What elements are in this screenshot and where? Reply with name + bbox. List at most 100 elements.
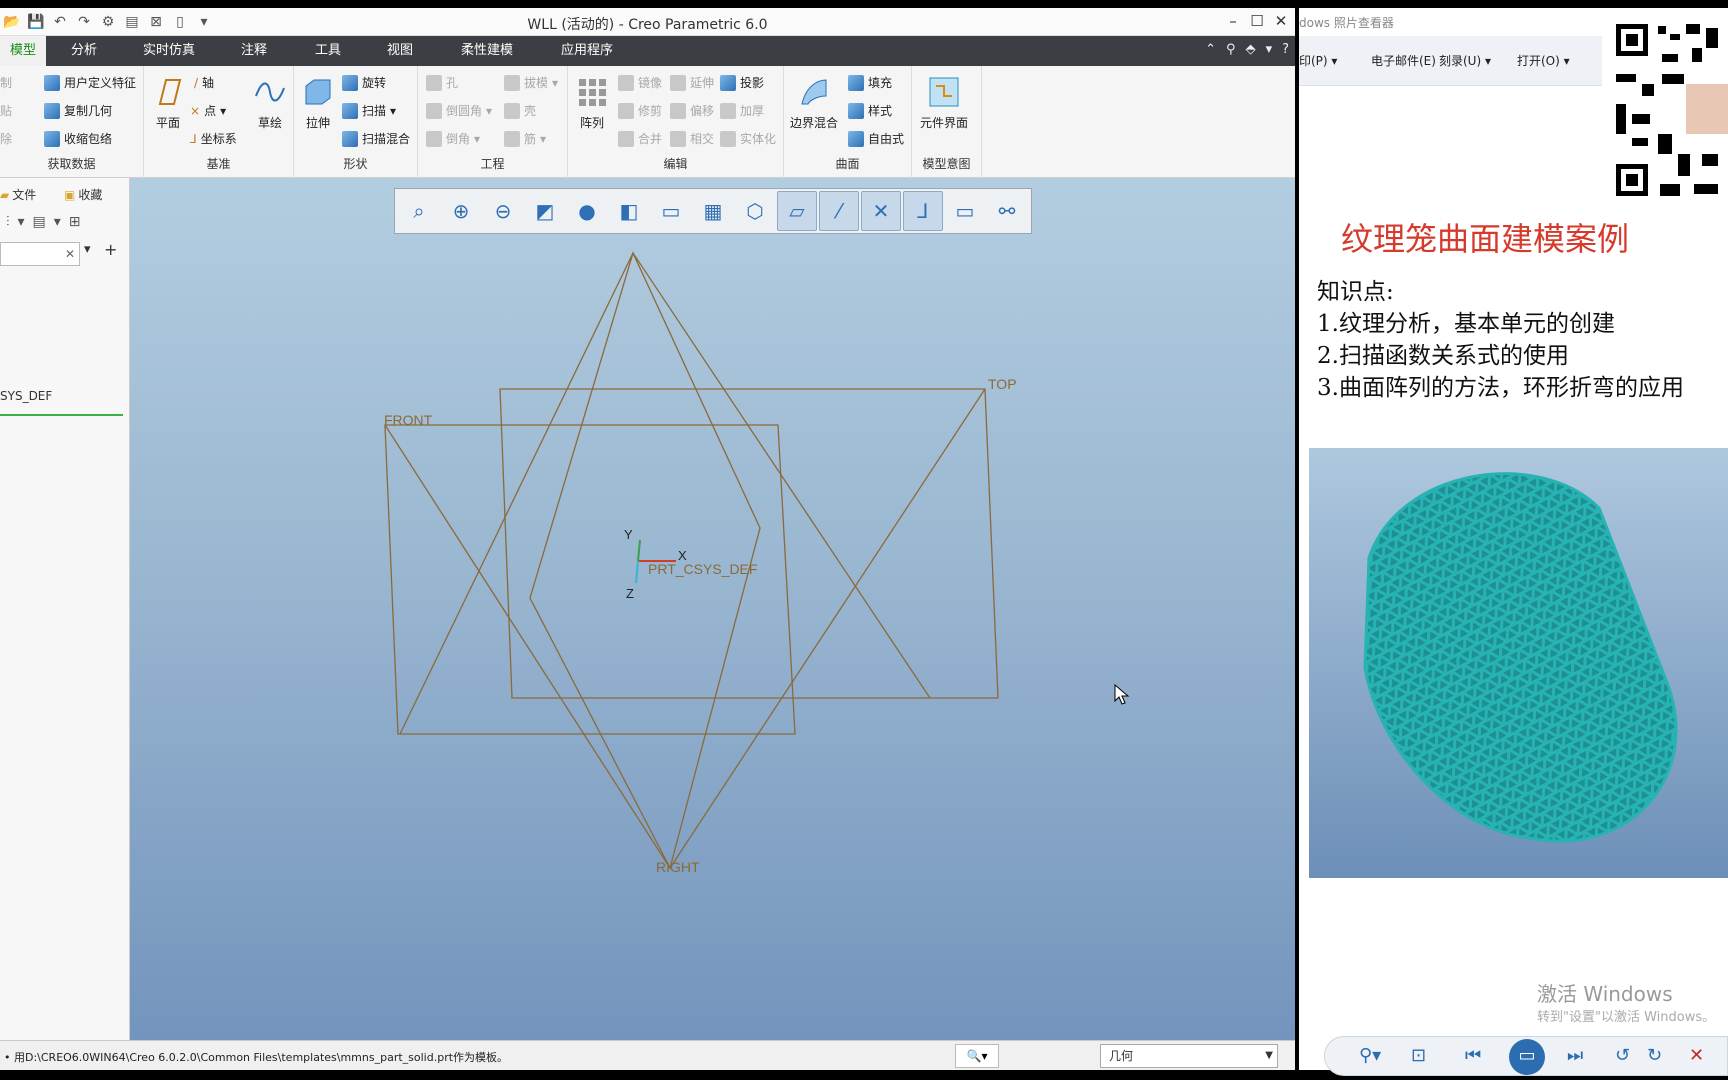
merge-button[interactable]: 合并: [618, 130, 662, 147]
tree-item-csys[interactable]: SYS_DEF: [0, 389, 52, 403]
menu-burn[interactable]: 刻录(U) ▾: [1439, 52, 1491, 69]
learning-icon[interactable]: ⬘: [1246, 42, 1256, 57]
search-icon[interactable]: ⚲: [1226, 42, 1236, 57]
project-button[interactable]: 投影: [720, 74, 764, 91]
selection-filter[interactable]: 几何 ▼: [1100, 1044, 1278, 1068]
slideshow-icon[interactable]: ▭: [1509, 1039, 1545, 1075]
hole-button[interactable]: 孔: [426, 74, 458, 91]
paste-item[interactable]: 贴: [0, 102, 12, 119]
component-interface-button[interactable]: 元件界面: [920, 76, 968, 131]
next-icon[interactable]: ⏭: [1567, 1045, 1583, 1066]
add-icon[interactable]: +: [104, 240, 117, 259]
offset-button[interactable]: 偏移: [670, 102, 714, 119]
slide-title: 纹理笼曲面建模案例: [1341, 220, 1630, 258]
group-model-intent: 元件界面 模型意图: [912, 66, 982, 178]
tab-model[interactable]: 模型: [0, 36, 46, 66]
trim-button[interactable]: 修剪: [618, 102, 662, 119]
group-get-data-label[interactable]: 获取数据: [0, 155, 143, 172]
group-engineering-label[interactable]: 工程: [418, 155, 567, 172]
copy-geometry-button[interactable]: 复制几何: [44, 102, 112, 119]
swept-blend-button[interactable]: 扫描混合: [342, 130, 410, 147]
copy-geometry-icon: [44, 102, 60, 119]
delete-icon[interactable]: ✕: [1689, 1045, 1704, 1066]
rotate-ccw-icon[interactable]: ↺: [1615, 1045, 1630, 1066]
dropdown-icon[interactable]: ▾: [1266, 42, 1273, 57]
zoom-icon[interactable]: ⚲▾: [1359, 1045, 1381, 1066]
round-button[interactable]: 倒圆角 ▾: [426, 102, 492, 119]
draft-button[interactable]: 拔模 ▾: [504, 74, 558, 91]
plane-button[interactable]: 平面: [152, 76, 184, 131]
dropdown-icon[interactable]: ▾: [84, 242, 91, 257]
rib-icon: [504, 130, 520, 147]
boundary-blend-label: 边界混合: [790, 116, 839, 130]
rib-button[interactable]: 筋 ▾: [504, 130, 546, 147]
udf-button[interactable]: 用户定义特征: [44, 74, 136, 91]
group-datum: 平面 / 轴 × 点 ▾ ⅃ 坐标系 草绘 基准: [144, 66, 294, 178]
point-button[interactable]: × 点 ▾: [190, 102, 226, 119]
top-plane[interactable]: [499, 388, 999, 699]
axis-button[interactable]: / 轴: [194, 74, 214, 91]
tab-analysis[interactable]: 分析: [62, 36, 106, 66]
maximize-button[interactable]: ☐: [1246, 12, 1268, 30]
thicken-button[interactable]: 加厚: [720, 102, 764, 119]
offset-label: 偏移: [690, 104, 715, 118]
menu-open[interactable]: 打开(O) ▾: [1517, 52, 1570, 69]
menu-print[interactable]: 印(P) ▾: [1299, 52, 1337, 69]
chevron-down-icon[interactable]: ▾: [54, 214, 61, 230]
ribbon: 制 贴 除 用户定义特征 复制几何 收缩包络 获取数据 平面 / 轴 × 点 ▾ ⅃ 坐…: [0, 66, 1295, 178]
mirror-button[interactable]: 镜像: [618, 74, 662, 91]
tab-live-simulation[interactable]: 实时仿真: [136, 36, 202, 66]
filter-icon[interactable]: ⊞: [69, 214, 81, 230]
extrude-button[interactable]: 拉伸: [302, 76, 334, 131]
tab-tools[interactable]: 工具: [306, 36, 350, 66]
pattern-button[interactable]: 阵列: [576, 76, 608, 131]
show-icon[interactable]: ▤: [33, 214, 46, 230]
actual-size-icon[interactable]: ⊡: [1411, 1045, 1426, 1066]
minimize-button[interactable]: –: [1222, 12, 1244, 30]
style-button[interactable]: 样式: [848, 102, 892, 119]
freestyle-button[interactable]: 自由式: [848, 130, 904, 147]
menu-email[interactable]: 电子邮件(E): [1371, 52, 1436, 69]
csys-button[interactable]: ⅃ 坐标系: [190, 130, 237, 147]
extend-button[interactable]: 延伸: [670, 74, 714, 91]
graphics-area[interactable]: ⌕ ⊕ ⊖ ◩ ● ◧ ▭ ▦ ⬡ ▱ ⁄ ✕ ⅃ ▭ ⚯ FRONT TOP …: [130, 178, 1295, 1040]
tab-applications[interactable]: 应用程序: [554, 36, 620, 66]
group-datum-label[interactable]: 基准: [144, 155, 293, 172]
fill-button[interactable]: 填充: [848, 74, 892, 91]
chevron-down-icon[interactable]: ▾: [18, 214, 25, 230]
intersect-button[interactable]: 相交: [670, 130, 714, 147]
group-surfaces: 边界混合 填充 样式 自由式 曲面: [784, 66, 912, 178]
delete-item[interactable]: 除: [0, 130, 12, 147]
tab-file-browser[interactable]: ▰ 文件: [0, 186, 36, 203]
component-interface-icon: [929, 77, 959, 107]
chamfer-button[interactable]: 倒角 ▾: [426, 130, 480, 147]
tab-favorites[interactable]: ▣ 收藏: [64, 186, 102, 203]
group-editing-label[interactable]: 编辑: [568, 155, 783, 172]
revolve-button[interactable]: 旋转: [342, 74, 386, 91]
copy-item[interactable]: 制: [0, 74, 12, 91]
shrinkwrap-label: 收缩包络: [64, 132, 113, 146]
group-shapes-label[interactable]: 形状: [294, 155, 417, 172]
shrinkwrap-button[interactable]: 收缩包络: [44, 130, 112, 147]
collapse-ribbon-icon[interactable]: ⌃: [1205, 42, 1216, 57]
find-button[interactable]: 🔍▾: [955, 1044, 999, 1068]
tab-view[interactable]: 视图: [378, 36, 422, 66]
boundary-blend-button[interactable]: 边界混合: [790, 76, 838, 131]
close-button[interactable]: ✕: [1270, 12, 1292, 30]
group-surfaces-label[interactable]: 曲面: [784, 155, 911, 172]
swept-blend-label: 扫描混合: [362, 132, 411, 146]
tab-annotate[interactable]: 注释: [232, 36, 276, 66]
solidify-button[interactable]: 实体化: [720, 130, 776, 147]
shell-button[interactable]: 壳: [504, 102, 536, 119]
group-model-intent-label[interactable]: 模型意图: [912, 155, 981, 172]
extend-icon: [670, 74, 686, 91]
sketch-button[interactable]: 草绘: [254, 76, 286, 131]
tab-flexible-modeling[interactable]: 柔性建模: [452, 36, 522, 66]
help-icon[interactable]: ?: [1282, 42, 1289, 57]
previous-icon[interactable]: ⏮: [1465, 1045, 1481, 1066]
tree-search-input[interactable]: ✕: [0, 242, 80, 266]
settings-icon[interactable]: ⫶: [6, 214, 10, 230]
csys-label: PRT_CSYS_DEF: [648, 561, 758, 577]
rotate-cw-icon[interactable]: ↻: [1647, 1045, 1662, 1066]
sweep-button[interactable]: 扫描 ▾: [342, 102, 396, 119]
